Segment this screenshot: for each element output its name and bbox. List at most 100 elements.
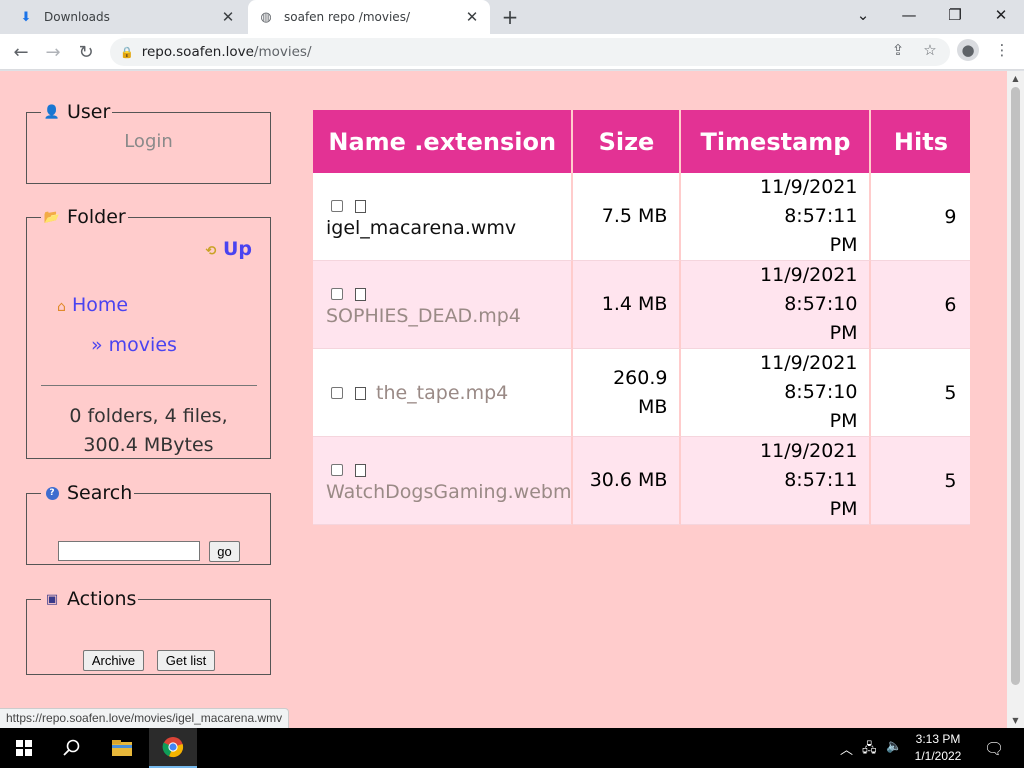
size-unit: MB — [638, 395, 668, 418]
minimize-button[interactable]: — — [886, 0, 932, 30]
address-bar[interactable]: 🔒 repo.soafen.love/movies/ — [110, 38, 950, 66]
table-row: the_tape.mp4 260.9 MB 11/9/2021 8:57:10 PM… — [313, 349, 971, 437]
summary-line-2: 300.4 MBytes — [83, 434, 214, 456]
archive-button[interactable]: Archive — [83, 650, 144, 671]
file-explorer-icon[interactable] — [98, 728, 146, 768]
file-link[interactable]: SOPHIES_DEAD.mp4 — [326, 305, 521, 327]
chrome-icon[interactable] — [149, 728, 197, 768]
timestamp-cell: 11/9/2021 8:57:11 PM — [681, 437, 872, 525]
folder-icon: 📂 — [43, 209, 61, 225]
timestamp-date: 11/9/2021 8:57:11 — [760, 176, 858, 227]
volume-muted-icon[interactable]: 🔈 — [886, 739, 902, 754]
col-size-header[interactable]: Size — [573, 110, 682, 173]
clock-time: 3:13 PM — [915, 732, 961, 746]
star-icon[interactable]: ☆ — [918, 38, 942, 62]
col-name-header[interactable]: Name .extension — [313, 110, 574, 173]
windows-icon[interactable] — [0, 728, 48, 768]
browser-toolbar: ← → ↻ 🔒 repo.soafen.love/movies/ ⇪ ☆ ● ⋮ — [0, 34, 1024, 70]
globe-icon: ◍ — [260, 9, 272, 25]
search-legend-label: Search — [67, 482, 133, 504]
tab-title: Downloads — [44, 10, 110, 24]
hits-cell: 6 — [871, 261, 971, 349]
file-link[interactable]: the_tape.mp4 — [376, 382, 508, 404]
tab-strip: ⬇ Downloads ✕ ◍ soafen repo /movies/ ✕ +… — [0, 0, 1024, 34]
select-checkbox[interactable] — [331, 387, 343, 399]
url-path: /movies/ — [253, 44, 312, 60]
name-cell: igel_macarena.wmv — [313, 173, 574, 261]
network-icon[interactable]: 🖧 — [862, 739, 877, 761]
tab-downloads[interactable]: ⬇ Downloads ✕ — [8, 0, 246, 34]
current-folder-link[interactable]: » movies — [91, 334, 177, 356]
reload-button[interactable]: ↻ — [73, 39, 99, 65]
up-link[interactable]: ⟲ Up — [205, 238, 252, 260]
back-button[interactable]: ← — [8, 39, 34, 65]
forward-button[interactable]: → — [40, 39, 66, 65]
actions-legend-label: Actions — [67, 588, 137, 610]
table-row: WatchDogsGaming.webm 30.6 MB 11/9/2021 8… — [313, 437, 971, 525]
tab-title: soafen repo /movies/ — [284, 10, 410, 24]
tab-soafen-repo[interactable]: ◍ soafen repo /movies/ ✕ — [248, 0, 490, 34]
size-value: 1.4 MB — [601, 293, 668, 315]
file-icon — [355, 287, 366, 301]
close-tab-icon[interactable]: ✕ — [464, 8, 480, 26]
timestamp-ampm: PM — [829, 322, 858, 344]
close-window-button[interactable]: ✕ — [978, 0, 1024, 30]
scroll-up-arrow[interactable]: ▲ — [1007, 71, 1024, 86]
timestamp-cell: 11/9/2021 8:57:10 PM — [681, 261, 872, 349]
share-icon[interactable]: ⇪ — [886, 38, 910, 62]
notification-icon[interactable]: 🗨 — [984, 739, 1004, 758]
file-link[interactable]: WatchDogsGaming.webm — [326, 481, 571, 503]
file-table: Name .extension Size Timestamp Hits igel… — [313, 110, 971, 525]
divider — [41, 385, 257, 386]
user-legend: 👤 User — [41, 101, 112, 123]
select-checkbox[interactable] — [331, 464, 343, 476]
taskbar-clock[interactable]: 3:13 PM 1/1/2022 — [908, 731, 968, 765]
search-icon[interactable] — [48, 728, 96, 768]
user-box: 👤 User Login — [26, 101, 271, 184]
get-list-button[interactable]: Get list — [157, 650, 215, 671]
close-tab-icon[interactable]: ✕ — [220, 8, 236, 26]
chevron-up-icon[interactable]: ︿ — [840, 739, 853, 758]
maximize-button[interactable]: ❐ — [932, 0, 978, 30]
user-icon: 👤 — [43, 104, 61, 120]
select-checkbox[interactable] — [331, 200, 343, 212]
folder-legend-label: Folder — [67, 206, 126, 228]
col-timestamp-header[interactable]: Timestamp — [681, 110, 872, 173]
hits-cell: 5 — [871, 437, 971, 525]
search-box: ? Search go — [26, 482, 271, 565]
clock-date: 1/1/2022 — [914, 749, 962, 763]
file-icon — [355, 199, 366, 213]
page-scrollbar[interactable]: ▲ ▼ — [1007, 71, 1024, 728]
size-value: 7.5 MB — [601, 205, 668, 227]
timestamp-cell: 11/9/2021 8:57:11 PM — [681, 173, 872, 261]
home-link[interactable]: ⌂ Home — [57, 294, 128, 316]
scroll-thumb[interactable] — [1011, 87, 1020, 685]
page-viewport: 👤 User Login 📂 Folder ⟲ Up ⌂ Home » movi… — [0, 71, 1007, 728]
search-go-button[interactable]: go — [209, 541, 240, 562]
search-input[interactable] — [58, 541, 200, 561]
home-label: Home — [71, 294, 129, 316]
scroll-down-arrow[interactable]: ▼ — [1007, 713, 1024, 728]
summary-line-1: 0 folders, 4 files, — [69, 405, 228, 427]
profile-icon[interactable]: ● — [957, 39, 979, 61]
timestamp-date: 11/9/2021 8:57:10 — [760, 264, 858, 315]
timestamp-ampm: PM — [829, 498, 858, 520]
lock-icon[interactable]: 🔒 — [120, 46, 134, 59]
search-legend: ? Search — [41, 482, 134, 504]
timestamp-date: 11/9/2021 8:57:10 — [760, 352, 858, 403]
select-checkbox[interactable] — [331, 288, 343, 300]
hits-cell: 9 — [871, 173, 971, 261]
login-link[interactable]: Login — [27, 131, 270, 152]
file-link[interactable]: igel_macarena.wmv — [326, 217, 516, 239]
col-hits-header[interactable]: Hits — [871, 110, 971, 173]
link-status-bubble: https://repo.soafen.love/movies/igel_mac… — [0, 708, 290, 728]
hits-cell: 5 — [871, 349, 971, 437]
new-tab-button[interactable]: + — [498, 5, 522, 29]
menu-icon[interactable]: ⋮ — [990, 38, 1014, 62]
size-value: 260.9 — [613, 366, 668, 389]
tab-search-icon[interactable]: ⌄ — [840, 0, 886, 30]
table-row: SOPHIES_DEAD.mp4 1.4 MB 11/9/2021 8:57:1… — [313, 261, 971, 349]
timestamp-ampm: PM — [829, 410, 858, 432]
up-icon: ⟲ — [205, 244, 217, 259]
download-icon: ⬇ — [20, 9, 32, 25]
